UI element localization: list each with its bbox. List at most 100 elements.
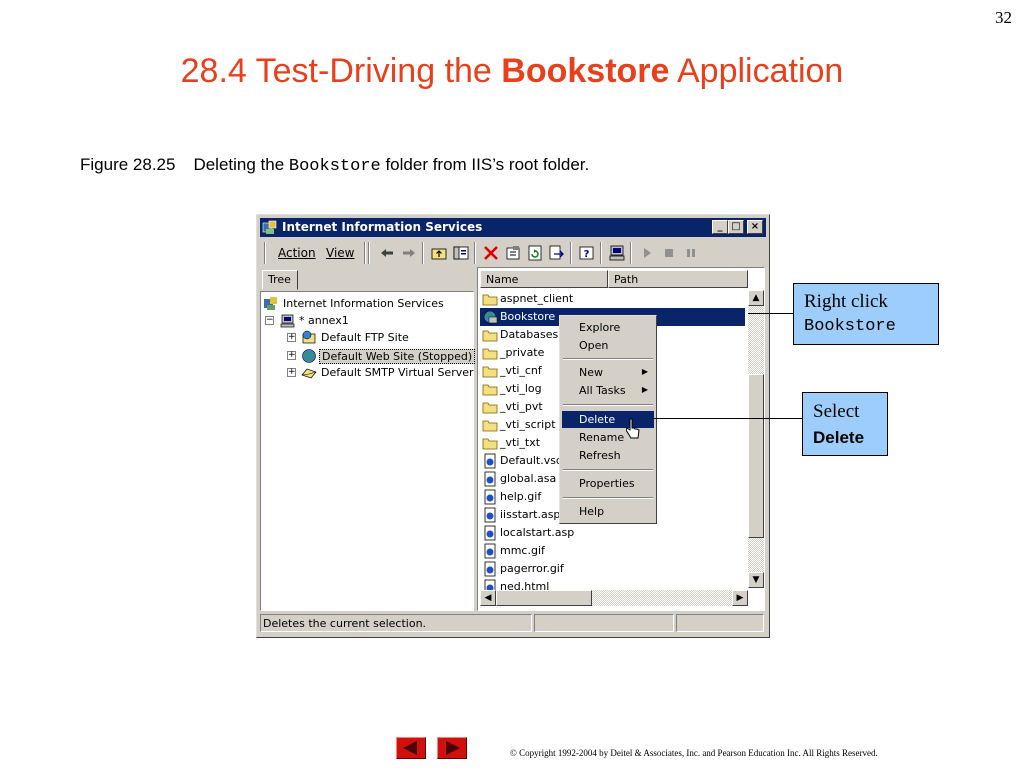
- tree-label-smtp: Default SMTP Virtual Server: [321, 366, 474, 379]
- menu-item-open-label: Open: [579, 339, 609, 352]
- menu-action[interactable]: Action: [278, 246, 316, 260]
- list-item[interactable]: localstart.asp: [480, 524, 745, 542]
- list-item-label: _private: [500, 346, 545, 359]
- iis-window: Internet Information Services _ □ × Acti…: [256, 214, 770, 638]
- vertical-scrollbar[interactable]: ▲ ▼: [748, 290, 764, 588]
- stop-icon[interactable]: [660, 244, 678, 262]
- window-title: Internet Information Services: [282, 220, 483, 234]
- expand-toggle-icon[interactable]: +: [287, 333, 296, 342]
- list-item-label: localstart.asp: [500, 526, 575, 539]
- list-item[interactable]: mmc.gif: [480, 542, 745, 560]
- help-icon[interactable]: ?: [578, 244, 596, 262]
- callout-select-delete: Select Delete: [802, 392, 888, 456]
- context-menu: Explore Open New ▶ All Tasks ▶ Delete Rena…: [559, 315, 657, 524]
- submenu-arrow-icon: ▶: [641, 367, 648, 376]
- minimize-button[interactable]: _: [712, 220, 728, 234]
- computer-icon[interactable]: [608, 244, 626, 262]
- menu-view[interactable]: View: [326, 246, 354, 260]
- menu-item-rename-label: Rename: [579, 431, 625, 444]
- toolbar-separator: [364, 242, 366, 264]
- show-tree-icon[interactable]: [452, 244, 470, 262]
- up-folder-icon[interactable]: [430, 244, 448, 262]
- web-app-icon: [483, 310, 498, 324]
- iis-app-icon: [262, 220, 277, 234]
- callout-select-line1: Select: [813, 401, 860, 422]
- delete-icon[interactable]: [482, 244, 500, 262]
- start-icon[interactable]: [638, 244, 656, 262]
- caption-code: Bookstore: [288, 157, 381, 176]
- file-icon: [484, 543, 496, 559]
- pause-icon[interactable]: [682, 244, 700, 262]
- close-button[interactable]: ×: [747, 220, 763, 234]
- left-arrow-icon: [403, 741, 417, 755]
- column-header-name[interactable]: Name: [480, 270, 608, 288]
- tree-label-root: Internet Information Services: [283, 297, 444, 310]
- list-item-label: _vti_cnf: [500, 364, 542, 377]
- folder-icon: [482, 294, 498, 306]
- scroll-left-arrow-icon[interactable]: ◀: [480, 590, 496, 606]
- export-icon[interactable]: [548, 244, 566, 262]
- maximize-button[interactable]: □: [728, 220, 744, 234]
- menu-separator: [563, 358, 653, 360]
- folder-icon: [482, 366, 498, 378]
- menu-item-refresh-label: Refresh: [579, 449, 621, 462]
- expand-toggle-icon[interactable]: +: [287, 368, 296, 377]
- toolbar: Action View ?: [260, 239, 766, 267]
- caption-label: Figure 28.25: [80, 155, 176, 174]
- scroll-thumb[interactable]: [748, 374, 764, 538]
- horizontal-scrollbar[interactable]: ◀ ▶: [480, 590, 748, 606]
- caption-text-1: Deleting the: [193, 155, 289, 174]
- list-item-label: _vti_script: [500, 418, 556, 431]
- back-arrow-icon[interactable]: [378, 244, 396, 262]
- folder-icon: [482, 402, 498, 414]
- menu-item-help[interactable]: Help: [562, 503, 654, 520]
- file-icon: [484, 507, 496, 523]
- scroll-down-arrow-icon[interactable]: ▼: [748, 572, 764, 588]
- collapse-toggle-icon[interactable]: −: [265, 316, 274, 325]
- tree-label-web: Default Web Site (Stopped): [319, 349, 476, 364]
- iis-root-icon: [264, 297, 277, 310]
- menu-item-new[interactable]: New ▶: [562, 364, 654, 381]
- right-arrow-icon: [446, 741, 460, 755]
- toolbar-grip: [264, 242, 266, 264]
- menu-item-properties-label: Properties: [579, 477, 635, 490]
- scroll-up-arrow-icon[interactable]: ▲: [748, 290, 764, 306]
- menu-separator: [563, 469, 653, 471]
- status-panel: [676, 614, 764, 632]
- file-icon: [484, 525, 496, 541]
- list-item[interactable]: aspnet_client: [480, 290, 745, 308]
- toolbar-separator: [600, 242, 602, 264]
- toolbar-separator: [630, 242, 632, 264]
- folder-icon: [482, 438, 498, 450]
- menu-item-refresh[interactable]: Refresh: [562, 447, 654, 464]
- toolbar-separator: [422, 242, 424, 264]
- menu-item-new-label: New: [579, 366, 603, 379]
- menu-action-label: Action: [278, 246, 316, 260]
- tree-label-server: * annex1: [299, 314, 349, 327]
- menu-item-explore[interactable]: Explore: [562, 319, 654, 336]
- file-icon: [484, 471, 496, 487]
- properties-icon[interactable]: [504, 244, 522, 262]
- menu-item-properties[interactable]: Properties: [562, 475, 654, 492]
- menu-item-all-tasks-label: All Tasks: [579, 384, 626, 397]
- list-item[interactable]: pagerror.gif: [480, 560, 745, 578]
- tab-tree[interactable]: Tree: [262, 270, 298, 290]
- menu-item-all-tasks[interactable]: All Tasks ▶: [562, 382, 654, 399]
- forward-arrow-icon[interactable]: [400, 244, 418, 262]
- menu-separator: [563, 404, 653, 406]
- menu-view-label: View: [326, 246, 355, 260]
- expand-toggle-icon[interactable]: +: [287, 351, 296, 360]
- previous-slide-button[interactable]: [396, 737, 426, 759]
- file-icon: [484, 561, 496, 577]
- list-item-label: Databases: [500, 328, 559, 341]
- horizontal-scroll-thumb[interactable]: [496, 590, 592, 606]
- leader-line-select-delete: [652, 418, 802, 419]
- status-text: Deletes the current selection.: [260, 614, 532, 632]
- scroll-right-arrow-icon[interactable]: ▶: [732, 590, 748, 606]
- column-header-path[interactable]: Path: [608, 270, 748, 288]
- next-slide-button[interactable]: [437, 737, 467, 759]
- folder-icon: [482, 330, 498, 342]
- menu-item-open[interactable]: Open: [562, 337, 654, 354]
- refresh-icon[interactable]: [526, 244, 544, 262]
- title-bar[interactable]: Internet Information Services _ □ ×: [260, 218, 766, 237]
